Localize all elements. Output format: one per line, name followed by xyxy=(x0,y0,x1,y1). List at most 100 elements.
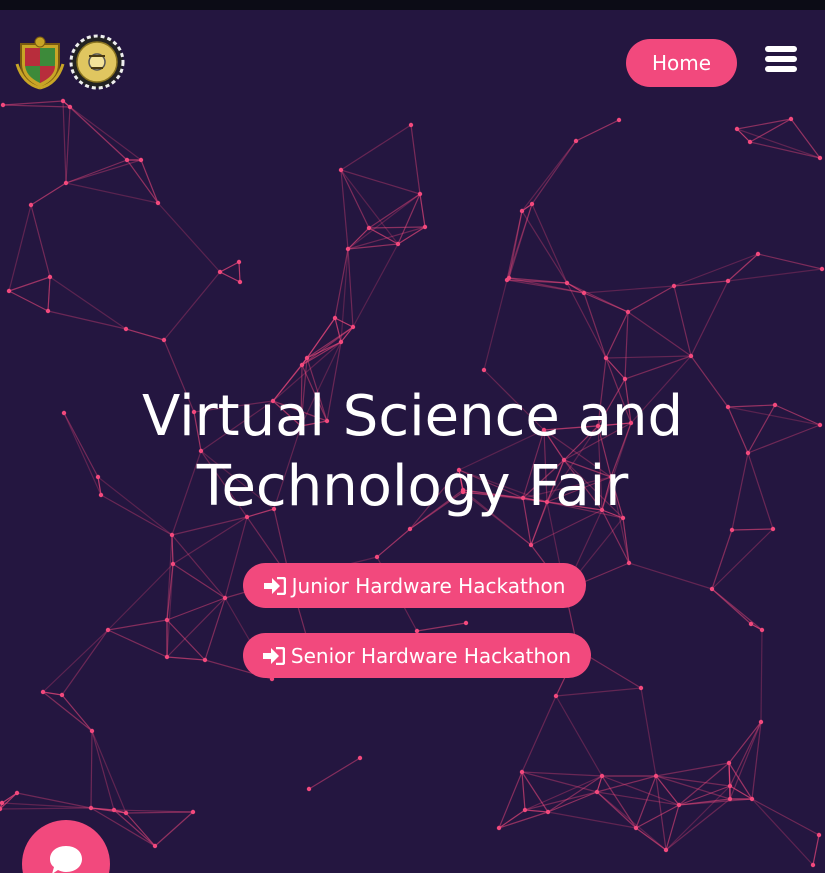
network-node xyxy=(407,526,413,532)
senior-hackathon-label: Senior Hardware Hackathon xyxy=(290,643,572,668)
network-node xyxy=(164,654,170,660)
network-line xyxy=(757,253,823,270)
network-node xyxy=(581,290,587,296)
network-node xyxy=(519,208,525,214)
network-node xyxy=(816,832,822,838)
network-line xyxy=(531,203,568,284)
network-line xyxy=(521,140,577,212)
network-line xyxy=(49,276,127,330)
network-node xyxy=(770,526,776,532)
network-node xyxy=(519,769,525,775)
hamburger-menu-icon[interactable] xyxy=(765,46,797,72)
network-line xyxy=(1,792,18,804)
network-node xyxy=(366,225,372,231)
network-line xyxy=(812,834,820,866)
network-line xyxy=(729,785,753,800)
network-line xyxy=(47,276,51,312)
network-node xyxy=(616,117,622,123)
network-line xyxy=(125,811,194,814)
network-node xyxy=(522,807,528,813)
network-node xyxy=(788,116,794,122)
network-line xyxy=(65,182,159,204)
crest-logo[interactable] xyxy=(15,34,65,90)
network-line xyxy=(596,775,657,793)
network-line xyxy=(575,119,620,142)
network-node xyxy=(123,810,129,816)
network-node xyxy=(190,809,196,815)
network-node xyxy=(553,693,559,699)
network-node xyxy=(350,324,356,330)
gear-emblem-logo[interactable] xyxy=(69,34,125,90)
network-line xyxy=(30,182,67,206)
network-line xyxy=(157,202,221,273)
network-node xyxy=(688,353,694,359)
network-line xyxy=(690,280,729,357)
network-line xyxy=(308,757,361,790)
network-line xyxy=(166,619,206,661)
network-node xyxy=(40,689,46,695)
network-line xyxy=(483,279,508,371)
network-line xyxy=(0,807,92,810)
network-line xyxy=(91,730,127,814)
network-line xyxy=(555,695,603,777)
network-node xyxy=(111,807,117,813)
network-line xyxy=(8,276,51,292)
network-line xyxy=(8,290,49,312)
senior-hackathon-button[interactable]: Senior Hardware Hackathon xyxy=(243,633,591,678)
network-line xyxy=(65,159,128,184)
network-node xyxy=(60,98,66,104)
network-node xyxy=(819,266,825,272)
network-node xyxy=(417,191,423,197)
network-line xyxy=(655,775,731,800)
network-line xyxy=(125,328,165,341)
network-node xyxy=(725,278,731,284)
network-node xyxy=(663,847,669,853)
network-line xyxy=(8,204,32,292)
network-node xyxy=(14,790,20,796)
home-button[interactable]: Home xyxy=(626,39,737,87)
network-line xyxy=(751,798,814,866)
network-node xyxy=(749,796,755,802)
network-node xyxy=(758,719,764,725)
network-line xyxy=(166,597,226,621)
network-line xyxy=(655,762,730,777)
network-line xyxy=(711,528,774,590)
network-line xyxy=(340,248,349,343)
network-line xyxy=(334,317,354,328)
network-line xyxy=(524,809,549,813)
network-line xyxy=(711,588,752,625)
network-line xyxy=(30,204,51,278)
network-node xyxy=(89,728,95,734)
network-node xyxy=(729,527,735,533)
network-line xyxy=(62,100,67,184)
network-line xyxy=(555,687,642,697)
network-node xyxy=(299,362,305,368)
junior-hackathon-button[interactable]: Junior Hardware Hackathon xyxy=(243,563,586,608)
network-line xyxy=(605,357,626,380)
network-node xyxy=(306,786,312,792)
network-line xyxy=(376,528,411,558)
network-line xyxy=(673,253,759,287)
network-line xyxy=(69,106,142,161)
network-node xyxy=(217,269,223,275)
network-line xyxy=(334,248,349,319)
network-line xyxy=(521,210,568,284)
hero-title-line-1: Virtual Science and xyxy=(141,384,684,449)
network-line xyxy=(61,694,93,732)
network-line xyxy=(2,100,64,106)
network-line xyxy=(65,106,71,184)
network-node xyxy=(124,157,130,163)
network-line xyxy=(126,159,159,204)
network-node xyxy=(6,288,12,294)
chat-bubble-icon xyxy=(50,846,82,873)
network-line xyxy=(410,124,421,195)
network-line xyxy=(91,730,115,811)
network-line xyxy=(727,253,759,282)
network-line xyxy=(583,285,675,294)
network-line xyxy=(166,597,226,658)
network-line xyxy=(347,248,354,328)
network-line xyxy=(728,762,731,800)
network-line xyxy=(731,528,774,531)
hero-title: Virtual Science and Technology Fair xyxy=(0,382,825,522)
network-node xyxy=(152,843,158,849)
